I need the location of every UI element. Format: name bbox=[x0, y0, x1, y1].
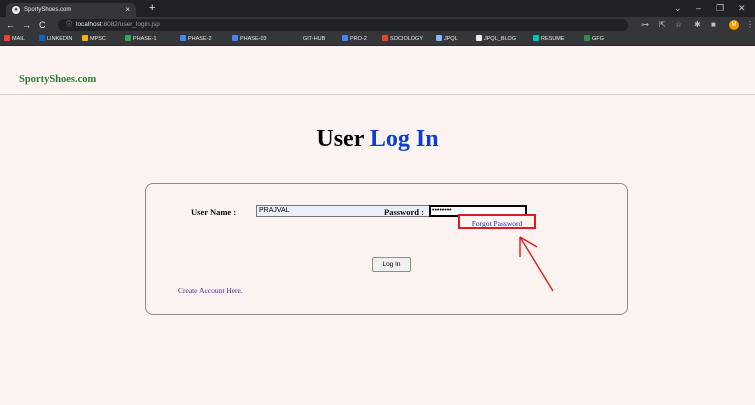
bookmark-item[interactable]: LINKEDIN bbox=[39, 33, 72, 45]
forward-icon[interactable]: → bbox=[22, 17, 31, 33]
bookmark-label: SOCIOLOGY bbox=[390, 36, 424, 42]
sociology-icon bbox=[382, 35, 388, 41]
bookmark-item[interactable]: PHASE-2 bbox=[180, 33, 212, 45]
tab-search-icon[interactable]: ⌄ bbox=[674, 0, 682, 17]
address-bar-row: ← → C ⓘ localhost:8082/user_login.jsp ⊶ … bbox=[0, 17, 755, 33]
browser-tab-bar: ● SportyShoes.com × + ⌄ – ❐ ✕ bbox=[0, 0, 755, 17]
bookmark-item[interactable]: PRO-2 bbox=[342, 33, 367, 45]
jpql-icon bbox=[436, 35, 442, 41]
close-window-icon[interactable]: ✕ bbox=[738, 0, 746, 17]
menu-icon[interactable]: ⋮ bbox=[746, 17, 754, 33]
bookmark-label: GIT-HUB bbox=[303, 36, 326, 42]
docs-icon bbox=[180, 35, 186, 41]
bookmark-label: MAIL bbox=[12, 36, 25, 42]
brand-link[interactable]: SportyShoes.com bbox=[19, 74, 96, 85]
gmail-icon bbox=[4, 35, 10, 41]
forgot-password-link[interactable]: Forgot Password bbox=[458, 214, 536, 229]
globe-icon: ● bbox=[12, 6, 20, 14]
bookmark-item[interactable]: RESUME bbox=[533, 33, 565, 45]
docs-icon bbox=[232, 35, 238, 41]
bookmark-label: JPQL bbox=[444, 36, 458, 42]
bookmark-item[interactable]: JPQL bbox=[436, 33, 458, 45]
username-label: User Name : bbox=[191, 207, 237, 217]
key-icon[interactable]: ⊶ bbox=[641, 17, 649, 33]
bookmark-item[interactable]: MAIL bbox=[4, 33, 25, 45]
bookmarks-bar: MAIL LINKEDIN MPSC PHASE-1 PHASE-2 PHASE-03 GI… bbox=[0, 33, 755, 46]
tab-close-icon[interactable]: × bbox=[125, 3, 130, 17]
reload-icon[interactable]: C bbox=[39, 17, 46, 33]
new-tab-button[interactable]: + bbox=[149, 0, 155, 17]
minimize-icon[interactable]: – bbox=[696, 0, 701, 17]
bookmark-label: MPSC bbox=[90, 36, 106, 42]
site-header: SportyShoes.com bbox=[0, 46, 755, 95]
create-account-link[interactable]: Create Account Here. bbox=[178, 286, 243, 295]
bookmark-item[interactable]: PHASE-1 bbox=[125, 33, 157, 45]
bookmark-label: PRO-2 bbox=[350, 36, 367, 42]
site-info-icon[interactable]: ⓘ bbox=[66, 19, 72, 31]
bookmark-item[interactable]: PHASE-03 bbox=[232, 33, 267, 45]
docs-icon bbox=[342, 35, 348, 41]
bookmark-label: RESUME bbox=[541, 36, 565, 42]
page-title-login: Log In bbox=[369, 126, 439, 152]
back-icon[interactable]: ← bbox=[6, 17, 15, 33]
password-label: Password : bbox=[384, 207, 424, 217]
bookmark-star-icon[interactable]: ☆ bbox=[675, 17, 682, 33]
bookmark-item[interactable]: GIT-HUB bbox=[295, 33, 325, 45]
mpsc-icon bbox=[82, 35, 88, 41]
login-form: User Name : Password : Forgot Password L… bbox=[145, 183, 628, 315]
bookmark-label: PHASE-1 bbox=[133, 36, 157, 42]
bookmark-label: JPQL_BLOG bbox=[484, 36, 517, 42]
login-button[interactable]: Log In bbox=[372, 257, 411, 272]
page-title: User Log In bbox=[0, 126, 755, 153]
linkedin-icon bbox=[39, 35, 45, 41]
bookmark-label: LINKEDIN bbox=[47, 36, 73, 42]
side-panel-icon[interactable]: ■ bbox=[711, 17, 716, 33]
bookmark-item[interactable]: GFG bbox=[584, 33, 604, 45]
bookmark-label: PHASE-2 bbox=[188, 36, 212, 42]
bookmark-label: GFG bbox=[592, 36, 604, 42]
bookmark-item[interactable]: MPSC bbox=[82, 33, 106, 45]
url-text: localhost:8082/user_login.jsp bbox=[76, 21, 160, 28]
browser-tab[interactable]: ● SportyShoes.com × bbox=[6, 3, 136, 17]
gfg-icon bbox=[584, 35, 590, 41]
drive-icon bbox=[125, 35, 131, 41]
tab-title: SportyShoes.com bbox=[24, 7, 72, 13]
restore-icon[interactable]: ❐ bbox=[716, 0, 724, 17]
share-icon[interactable]: ⇱ bbox=[659, 17, 666, 33]
bookmark-item[interactable]: JPQL_BLOG bbox=[476, 33, 516, 45]
resume-icon bbox=[533, 35, 539, 41]
address-bar[interactable]: ⓘ localhost:8082/user_login.jsp bbox=[58, 19, 628, 31]
bookmark-label: PHASE-03 bbox=[240, 36, 267, 42]
globe-icon bbox=[476, 35, 482, 41]
bookmark-item[interactable]: SOCIOLOGY bbox=[382, 33, 423, 45]
profile-avatar[interactable]: M bbox=[729, 20, 739, 30]
github-icon bbox=[295, 35, 301, 41]
page-title-user: User bbox=[316, 126, 364, 152]
extensions-icon[interactable]: ✱ bbox=[694, 17, 701, 33]
